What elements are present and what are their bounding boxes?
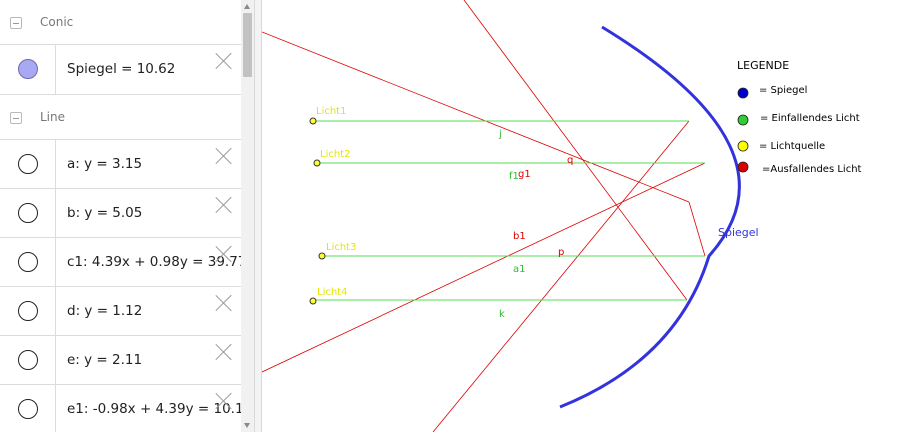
delete-icon[interactable] [215,294,233,312]
delete-icon[interactable] [215,343,233,361]
algebra-item-spiegel[interactable]: Spiegel = 10.62 [0,45,241,95]
light-source-point[interactable] [309,297,317,305]
source-label: Licht3 [326,242,356,253]
visibility-toggle-icon[interactable] [18,154,38,174]
delete-icon[interactable] [215,196,233,214]
algebra-item-b[interactable]: b: y = 5.05 [0,189,241,238]
group-header-line[interactable]: Line [0,95,241,140]
mirror-label: Spiegel [718,226,759,239]
legend-title: LEGENDE [737,59,789,72]
group-label: Conic [40,15,74,29]
mirror-arc[interactable] [559,25,741,409]
line-label: q [567,155,573,166]
legend: LEGENDE = Spiegel = Einfallendes Licht =… [737,59,862,175]
visibility-toggle-icon[interactable] [18,301,38,321]
visibility-cell[interactable] [0,238,56,286]
line-label: p [558,247,564,258]
legend-dot-yellow [737,140,749,152]
visibility-toggle-icon[interactable] [18,399,38,419]
line-label: g1 [518,169,531,180]
visibility-cell[interactable] [0,189,56,237]
ray-line[interactable] [463,0,688,301]
visibility-cell[interactable] [0,140,56,188]
graphics-view[interactable]: Licht1 Licht2 Licht3 Licht4 j q f1 g1 b1… [261,0,910,433]
source-label: Licht4 [317,287,347,298]
line-label: a1 [513,264,526,275]
formula-text[interactable]: b: y = 5.05 [67,205,142,221]
formula-text[interactable]: a: y = 3.15 [67,156,142,172]
algebra-item-a[interactable]: a: y = 3.15 [0,140,241,189]
delete-icon[interactable] [215,392,233,410]
legend-entry: = Einfallendes Licht [760,113,860,124]
algebra-item-c1[interactable]: c1: 4.39x + 0.98y = 39.77 [0,238,241,287]
scroll-down-icon[interactable] [244,423,250,428]
visibility-cell[interactable] [0,287,56,335]
group-header-conic[interactable]: Conic [0,0,241,45]
visibility-cell[interactable] [0,45,56,94]
formula-text[interactable]: e: y = 2.11 [67,352,142,368]
light-source-point[interactable] [313,159,321,167]
line-label: j [498,129,502,140]
source-label: Licht2 [320,149,350,160]
ray-line[interactable] [261,31,690,203]
source-label: Licht1 [316,106,346,117]
algebra-item-e[interactable]: e: y = 2.11 [0,336,241,385]
algebra-item-e1[interactable]: e1: -0.98x + 4.39y = 10.12 [0,385,241,432]
legend-entry: =Ausfallendes Licht [762,164,862,175]
formula-text[interactable]: Spiegel = 10.62 [67,61,175,77]
visibility-toggle-icon[interactable] [18,203,38,223]
visibility-toggle-icon[interactable] [18,350,38,370]
light-source-point[interactable] [309,117,317,125]
collapse-icon[interactable] [10,112,22,124]
graphics-canvas[interactable]: Licht1 Licht2 Licht3 Licht4 j q f1 g1 b1… [261,0,910,433]
algebra-view: Conic Spiegel = 10.62 Line a: y = 3.15 b… [0,0,241,432]
light-source-point[interactable] [318,252,326,260]
scroll-thumb[interactable] [243,13,252,77]
ray-line[interactable] [261,162,706,373]
delete-icon[interactable] [215,52,233,70]
legend-dot-blue [737,87,749,99]
ray-line[interactable] [432,120,690,433]
legend-entry: = Lichtquelle [759,141,825,152]
delete-icon[interactable] [215,245,233,263]
view-splitter[interactable] [254,0,262,432]
ray-line[interactable] [688,201,706,257]
scroll-up-icon[interactable] [244,4,250,9]
line-label: b1 [513,231,526,242]
legend-dot-green [737,114,749,126]
algebra-scrollbar[interactable] [241,0,254,432]
visibility-toggle-icon[interactable] [18,59,38,79]
formula-text[interactable]: d: y = 1.12 [67,303,142,319]
visibility-cell[interactable] [0,385,56,432]
group-label: Line [40,110,66,124]
visibility-cell[interactable] [0,336,56,384]
collapse-icon[interactable] [10,17,22,29]
visibility-toggle-icon[interactable] [18,252,38,272]
legend-entry: = Spiegel [759,85,807,96]
delete-icon[interactable] [215,147,233,165]
line-label: k [499,309,505,320]
algebra-item-d[interactable]: d: y = 1.12 [0,287,241,336]
legend-dot-red [737,161,749,173]
